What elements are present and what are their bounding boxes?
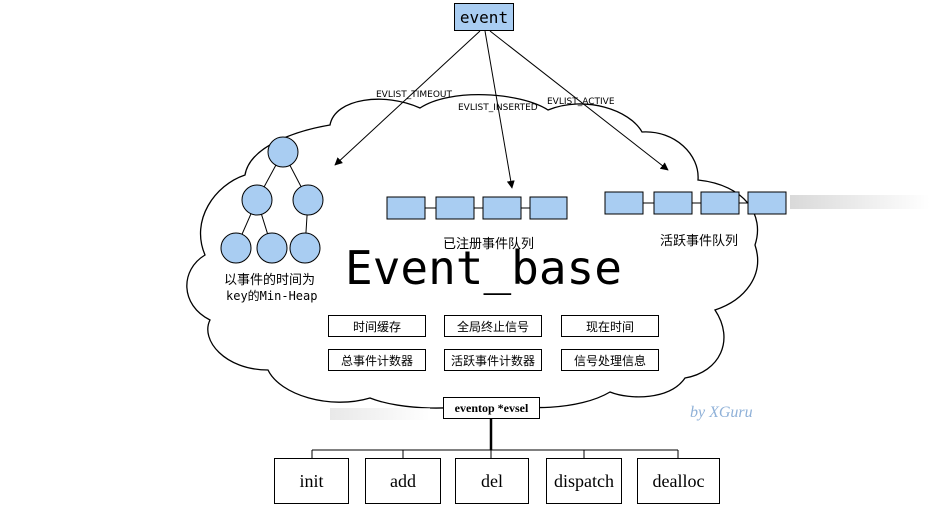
heap-node — [267, 136, 299, 168]
op-del: del — [455, 458, 529, 504]
event-node: event — [454, 3, 514, 31]
field-time-cache: 时间缓存 — [328, 315, 426, 337]
heap-node — [256, 232, 288, 264]
heap-node — [241, 184, 273, 216]
heap-node — [289, 232, 321, 264]
fade-trail-right — [790, 195, 930, 209]
event-base-title: Event_base — [345, 241, 622, 295]
op-dealloc: dealloc — [637, 458, 720, 504]
heap-node — [220, 232, 252, 264]
op-dispatch: dispatch — [546, 458, 622, 504]
field-active-count: 活跃事件计数器 — [444, 349, 542, 371]
field-current-time: 现在时间 — [561, 315, 659, 337]
heap-caption-line1: 以事件的时间为 — [224, 273, 316, 288]
field-event-count: 总事件计数器 — [328, 349, 426, 371]
op-add: add — [365, 458, 441, 504]
evsel-box: eventop *evsel — [443, 397, 540, 419]
active-queue-label: 活跃事件队列 — [660, 234, 739, 249]
ops-connector — [311, 419, 679, 458]
heap-caption-line2: key的Min-Heap — [226, 289, 318, 303]
field-signal-info: 信号处理信息 — [561, 349, 659, 371]
edge-label-timeout: EVLIST_TIMEOUT — [376, 90, 452, 100]
edge-label-active: EVLIST_ACTIVE — [547, 97, 615, 107]
edge-label-inserted: EVLIST_INSERTED — [458, 103, 538, 113]
field-global-break-signal: 全局终止信号 — [444, 315, 542, 337]
author-signature: by XGuru — [690, 404, 753, 421]
heap-node — [292, 184, 324, 216]
fade-trail-bottom — [330, 408, 430, 420]
op-init: init — [274, 458, 349, 504]
